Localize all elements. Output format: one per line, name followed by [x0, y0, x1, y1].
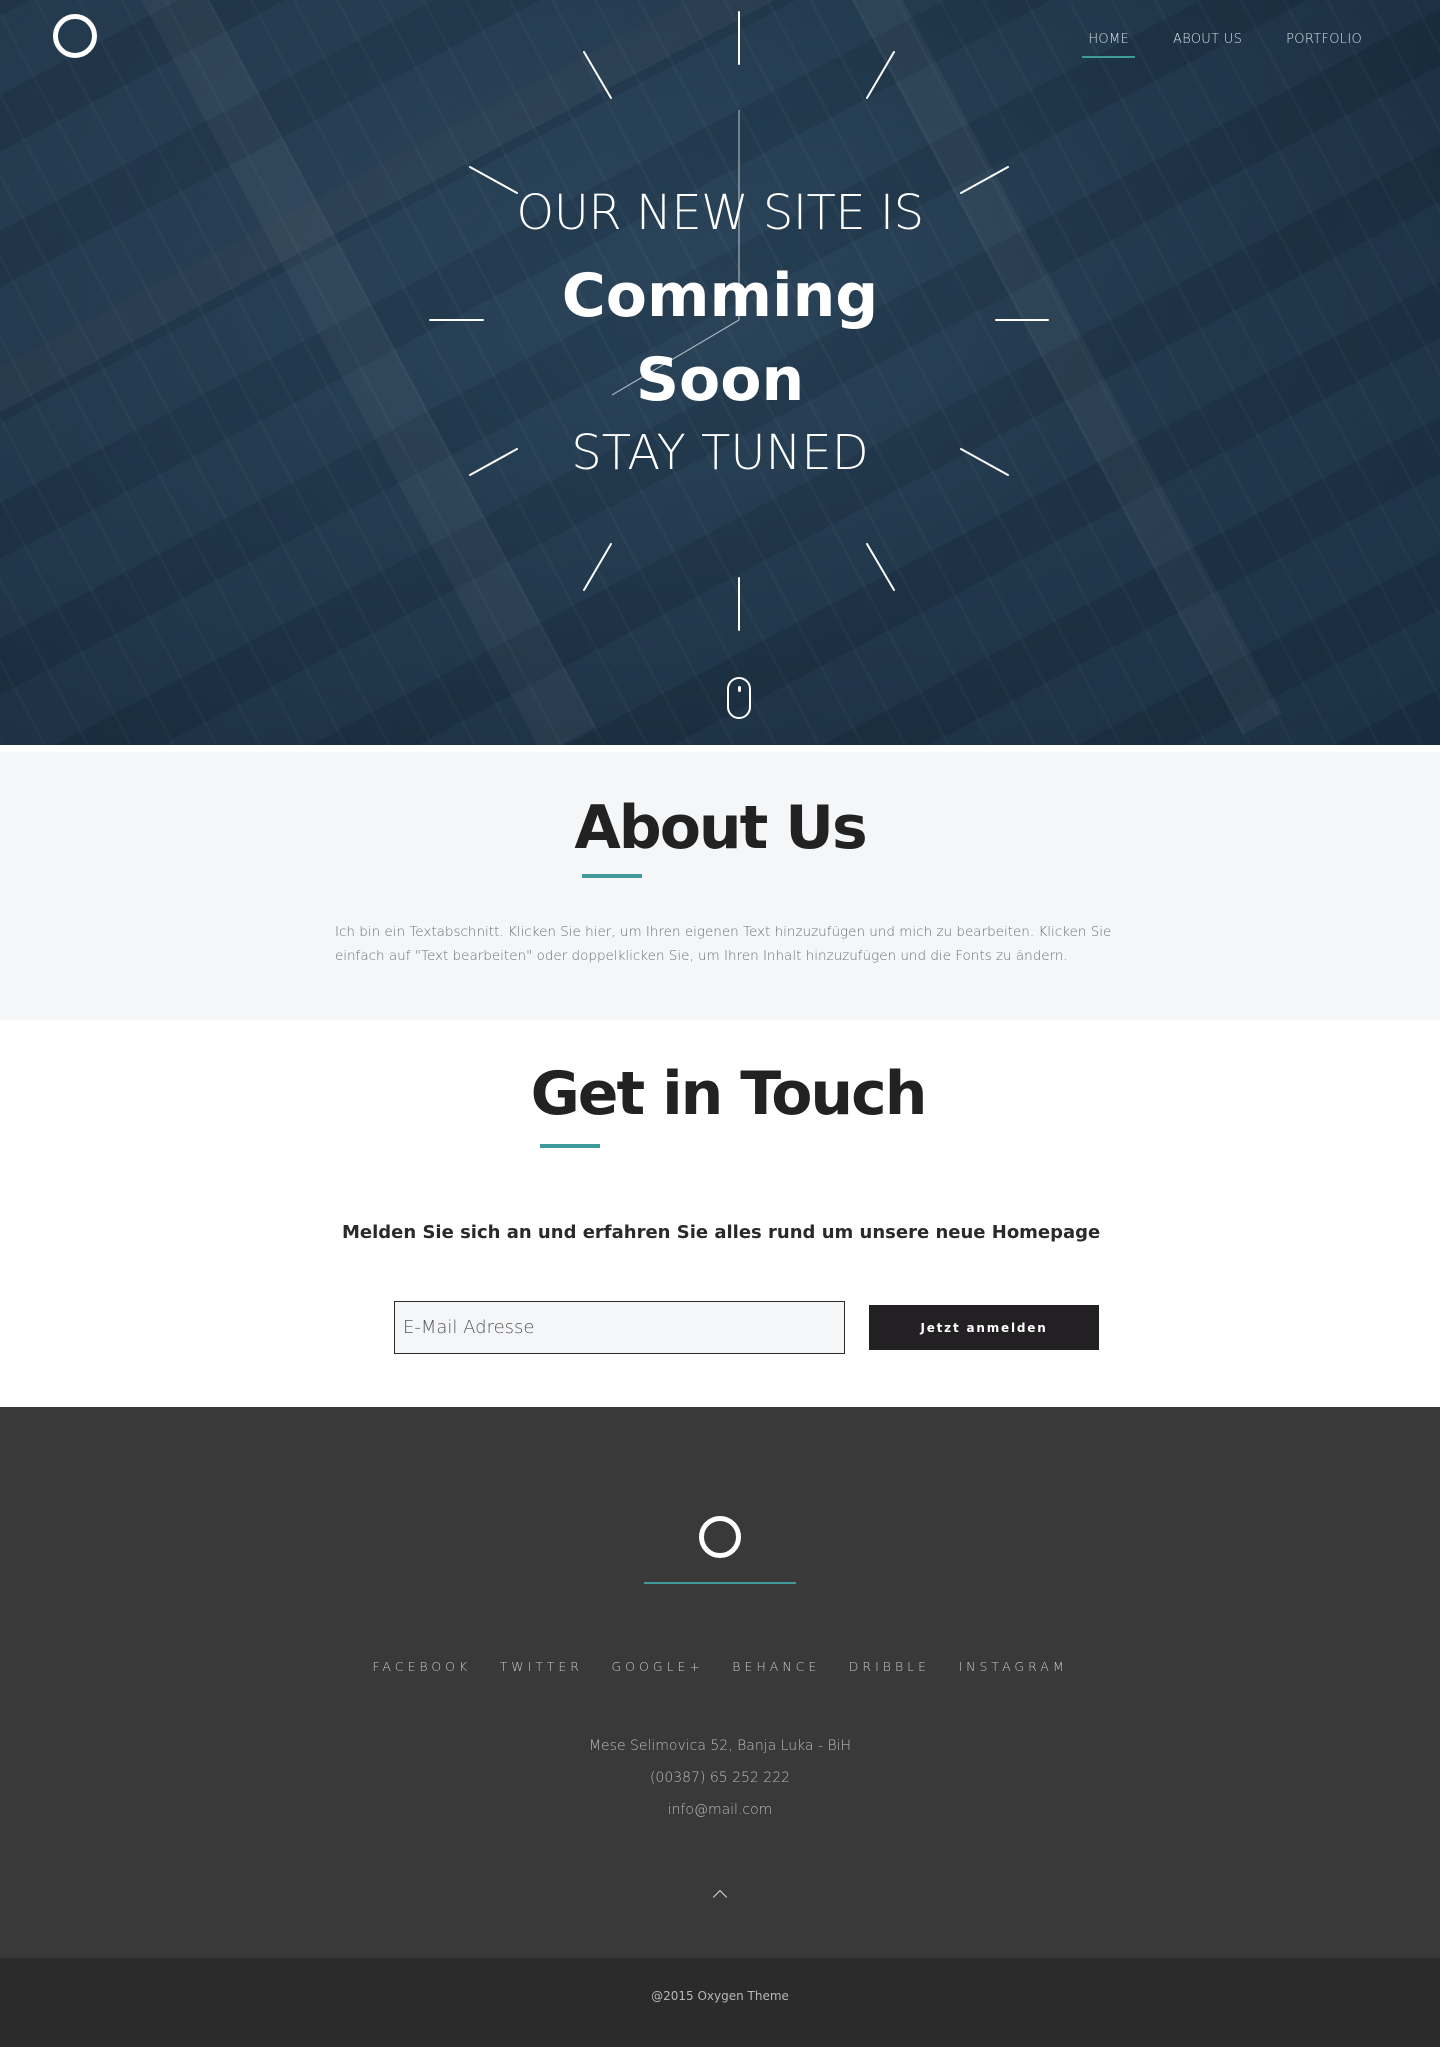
social-links: FACEBOOK TWITTER GOOGLE+ BEHANCE DRIBBLE… [0, 1658, 1440, 1676]
footer-accent-line [644, 1582, 796, 1584]
social-link-behance[interactable]: BEHANCE [732, 1659, 820, 1674]
back-to-top-chevron-up-icon[interactable] [712, 1886, 728, 1902]
signup-button[interactable]: Jetzt anmelden [869, 1305, 1099, 1350]
hero-headline: OUR NEW SITE IS Comming Soon STAY TUNED [0, 182, 1440, 484]
footer-logo-circle-icon [699, 1516, 741, 1558]
sunburst-ray [583, 543, 612, 591]
section-divider [0, 745, 1440, 752]
social-link-facebook[interactable]: FACEBOOK [372, 1659, 471, 1674]
contact-accent-underline [540, 1144, 600, 1148]
footer-address: Mese Selimovica 52, Banja Luka - BiH [588, 1738, 852, 1754]
about-section: About Us Ich bin ein Textabschnitt. Klic… [0, 752, 1440, 1020]
footer: FACEBOOK TWITTER GOOGLE+ BEHANCE DRIBBLE… [0, 1407, 1440, 1958]
hero-line-stay-tuned: STAY TUNED [571, 425, 869, 481]
hero-line-soon: Soon [635, 345, 805, 415]
sunburst-ray [583, 51, 612, 99]
sunburst-ray [866, 543, 895, 591]
contact-section: Get in Touch Melden Sie sich an und erfa… [0, 1020, 1440, 1407]
about-title: About Us [574, 793, 867, 863]
social-link-dribble[interactable]: DRIBBLE [849, 1659, 930, 1674]
email-field[interactable] [394, 1301, 845, 1354]
about-paragraph: Ich bin ein Textabschnitt. Klicken Sie h… [335, 924, 1112, 964]
hero-line-our-new-site: OUR NEW SITE IS [516, 185, 924, 241]
footer-email[interactable]: info@mail.com [0, 1802, 1440, 1818]
sunburst-ray [866, 51, 895, 99]
social-link-instagram[interactable]: INSTAGRAM [958, 1659, 1067, 1674]
hero-line-comming: Comming [561, 261, 879, 331]
contact-subtitle: Melden Sie sich an und erfahren Sie alle… [342, 1222, 1101, 1243]
hero-section: HOME ABOUT US PORTFOLIO OUR NEW SITE IS … [0, 0, 1440, 745]
social-link-twitter[interactable]: TWITTER [500, 1659, 583, 1674]
social-link-google-plus[interactable]: GOOGLE+ [611, 1659, 703, 1674]
about-accent-underline [582, 874, 642, 878]
copyright-text: @2015 Oxygen Theme [651, 1989, 789, 2003]
copyright-bar: @2015 Oxygen Theme [0, 1958, 1440, 2047]
contact-title: Get in Touch [530, 1059, 928, 1129]
scroll-down-mouse-icon[interactable] [727, 677, 751, 719]
footer-phone: (00387) 65 252 222 [649, 1770, 791, 1786]
